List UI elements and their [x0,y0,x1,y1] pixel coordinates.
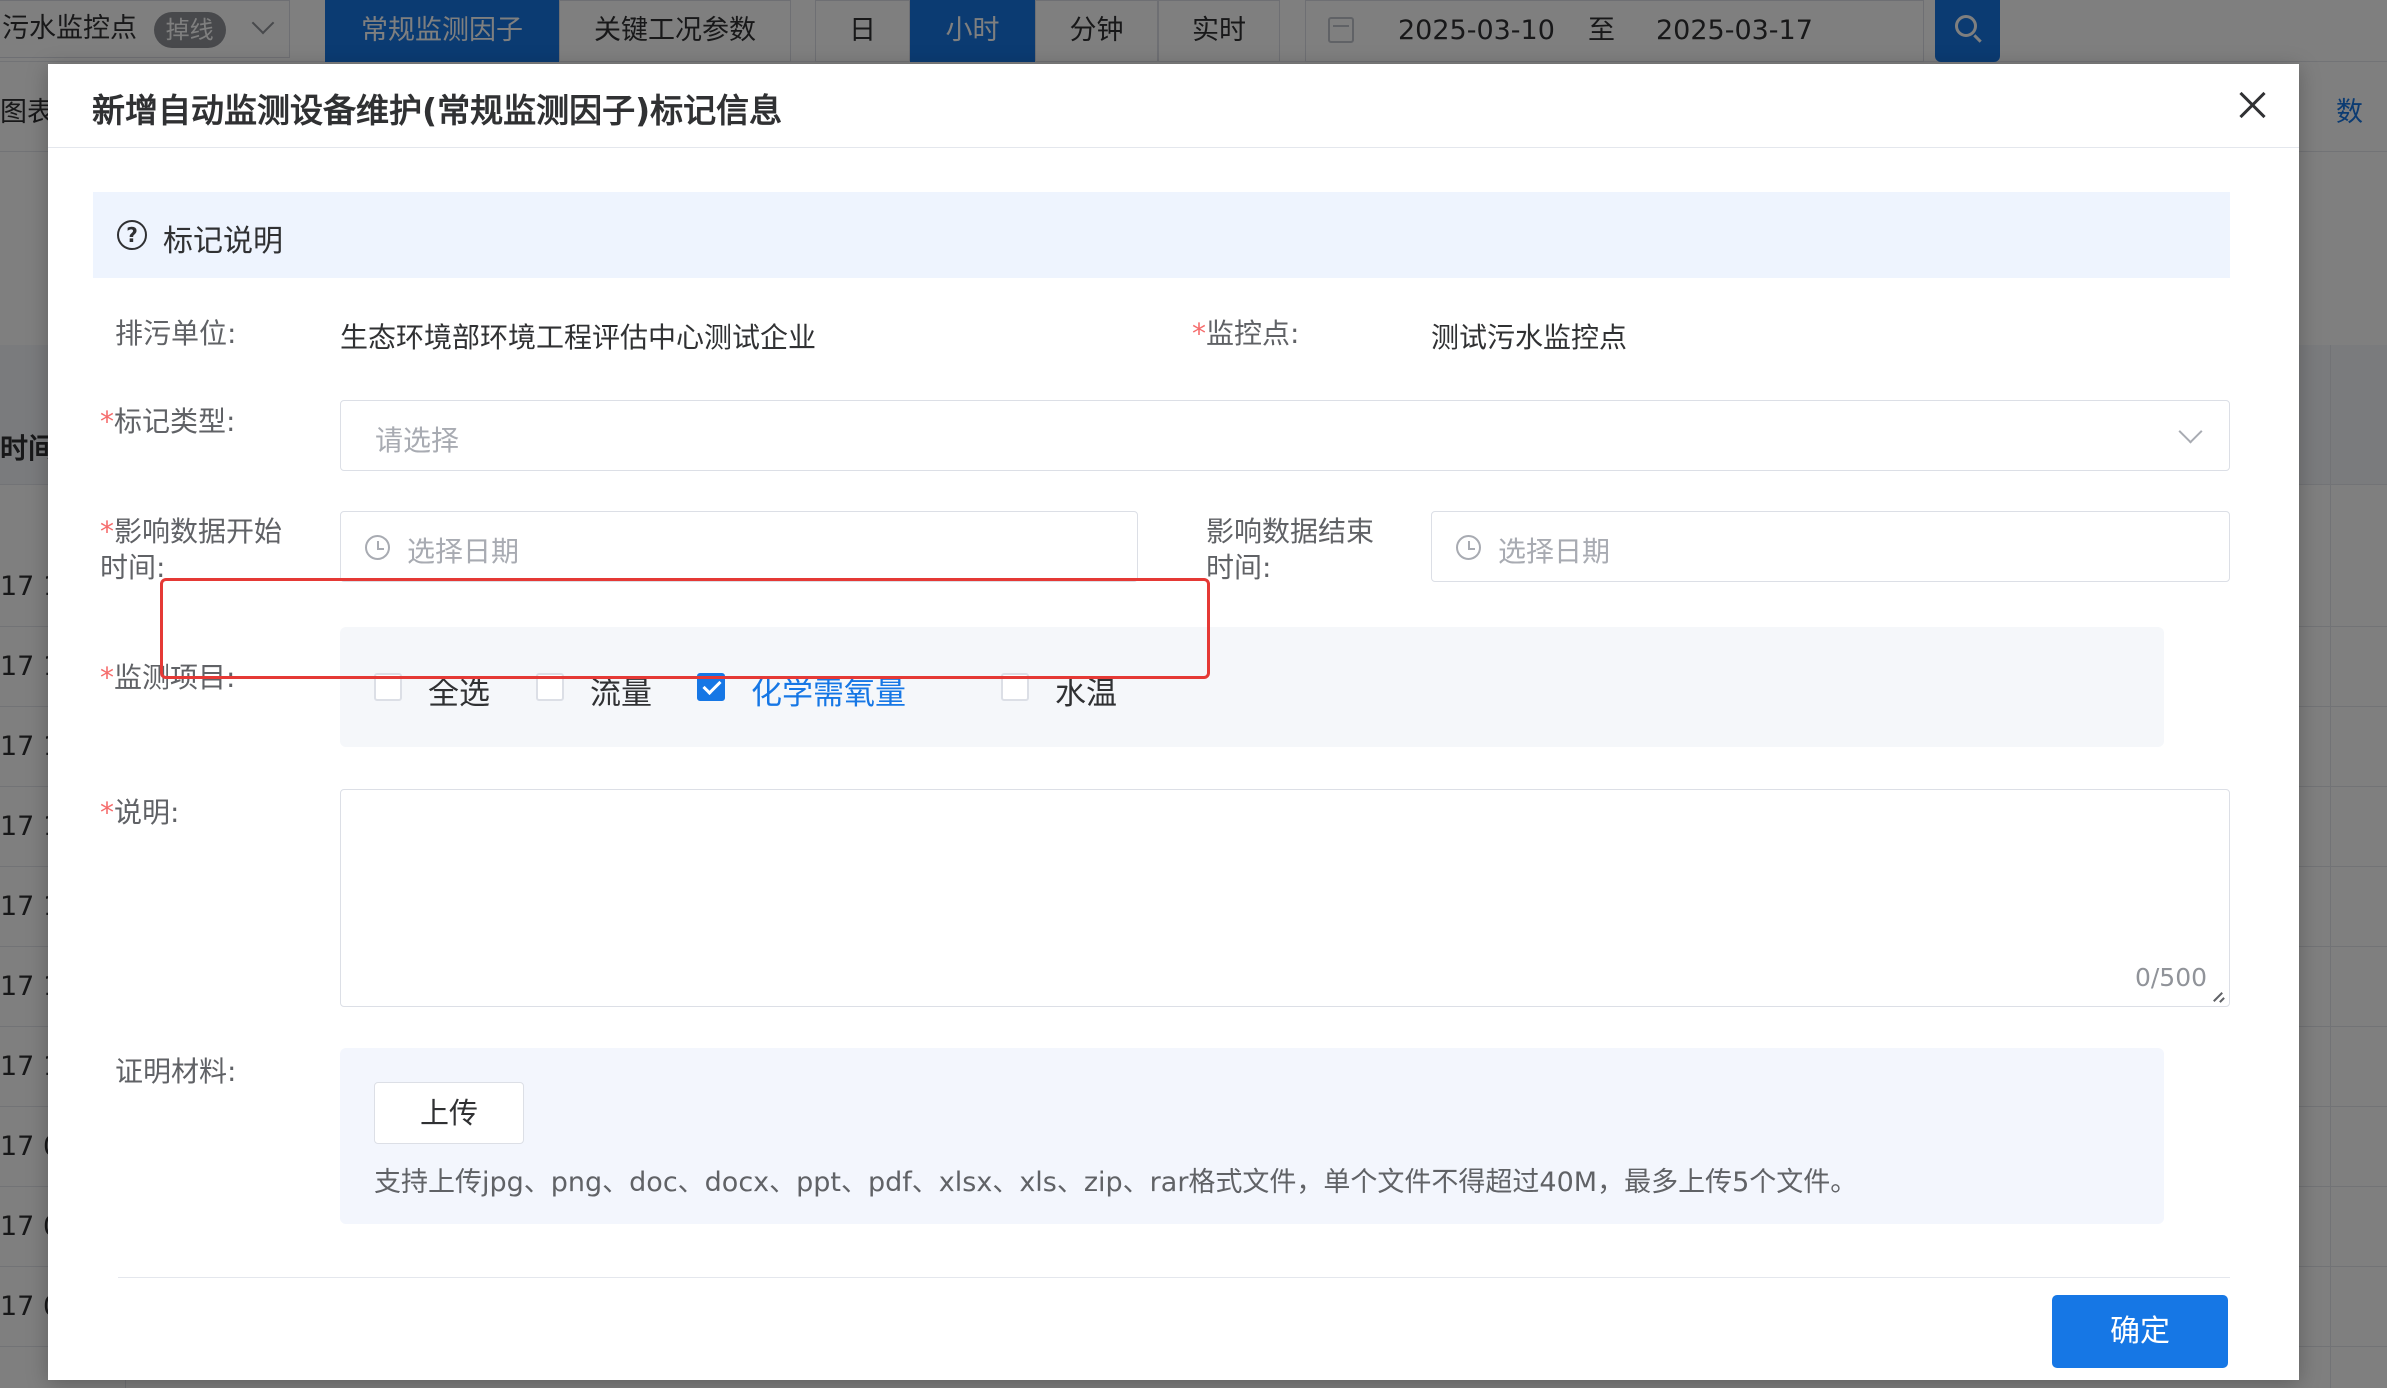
mark-info-dialog: 新增自动监测设备维护(常规监测因子)标记信息 ? 标记说明 排污单位: 生态环境… [48,64,2299,1380]
dialog-title: 新增自动监测设备维护(常规监测因子)标记信息 [92,91,783,130]
description-textarea[interactable]: 0/500 [340,789,2230,1007]
mark-type-placeholder: 请选择 [375,424,460,457]
upload-hint: 支持上传jpg、png、doc、docx、ppt、pdf、xlsx、xls、zi… [374,1167,1858,1198]
char-counter: 0/500 [2134,963,2207,992]
start-date-picker[interactable]: 选择日期 [340,511,1138,582]
mark-type-label: *标记类型: [100,405,236,438]
mark-type-select[interactable]: 请选择 [340,400,2230,471]
dialog-header: 新增自动监测设备维护(常规监测因子)标记信息 [48,64,2299,148]
upload-button[interactable]: 上传 [374,1082,524,1144]
end-date-picker[interactable]: 选择日期 [1431,511,2230,582]
tip-text: 标记说明 [163,224,283,259]
mark-description-tip: ? 标记说明 [93,192,2230,278]
close-icon[interactable] [2233,86,2271,124]
company-label: 排污单位: [115,317,237,350]
highlight-box [160,578,1210,679]
clock-icon [365,535,390,560]
question-circle-icon: ? [117,220,147,250]
point-value: 测试污水监控点 [1431,321,1628,354]
start-date-placeholder: 选择日期 [407,535,520,568]
start-time-label: *影响数据开始 时间: [100,515,283,584]
resize-handle-icon[interactable] [2212,989,2226,1003]
materials-label: 证明材料: [115,1055,237,1088]
footer-divider [118,1277,2230,1278]
confirm-button[interactable]: 确定 [2052,1295,2228,1368]
end-date-placeholder: 选择日期 [1498,535,1611,568]
description-label: *说明: [100,796,180,829]
clock-icon [1456,535,1481,560]
upload-area: 上传 支持上传jpg、png、doc、docx、ppt、pdf、xlsx、xls… [340,1048,2164,1224]
end-time-label: 影响数据结束 时间: [1206,515,1375,584]
point-label: *监控点: [1192,317,1300,350]
company-value: 生态环境部环境工程评估中心测试企业 [340,321,817,354]
chevron-down-icon [2178,419,2203,444]
